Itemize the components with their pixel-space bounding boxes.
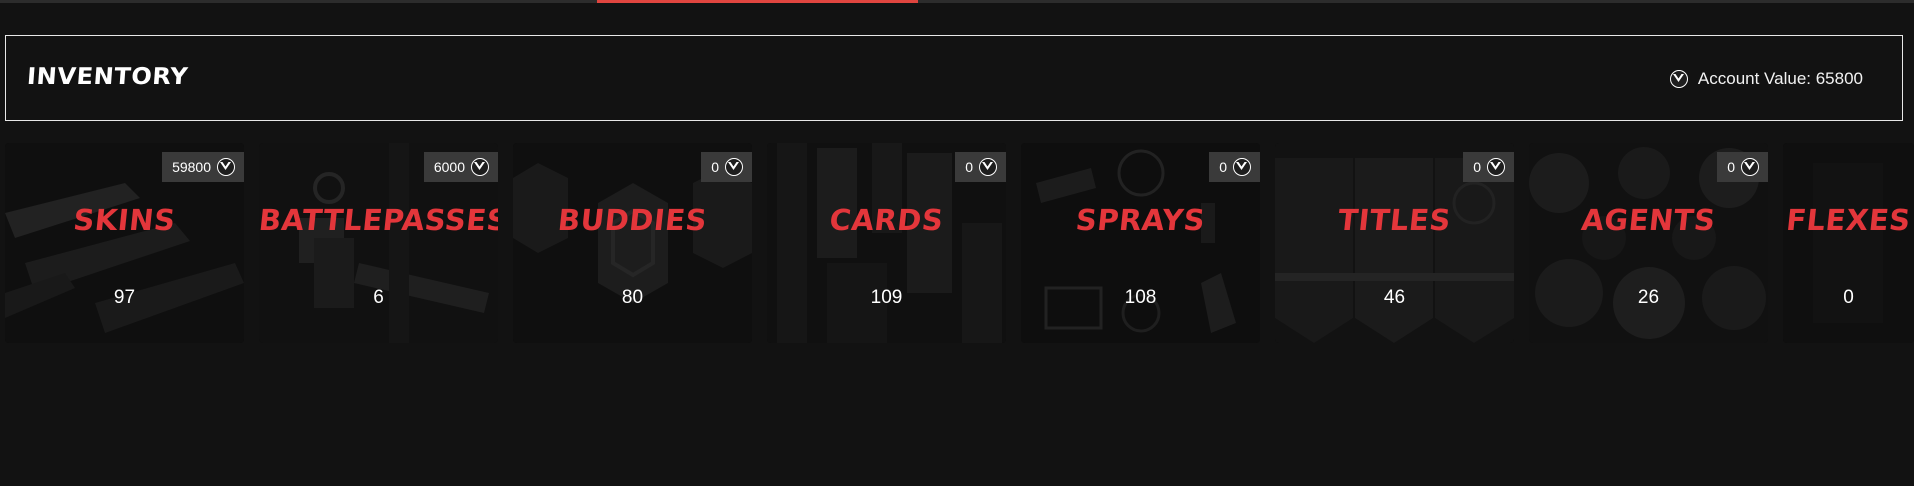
valorant-points-icon bbox=[1233, 158, 1251, 176]
category-title: CARDS bbox=[827, 203, 946, 237]
account-value: Account Value: 65800 bbox=[1669, 69, 1863, 89]
category-title: FLEXES bbox=[1784, 203, 1913, 237]
valorant-points-icon bbox=[725, 158, 743, 176]
account-value-label: Account Value: 65800 bbox=[1697, 69, 1863, 88]
category-card-cards[interactable]: 0 CARDS 109 bbox=[767, 143, 1006, 343]
category-title: AGENTS bbox=[1579, 203, 1718, 237]
category-value-badge: 6000 bbox=[423, 152, 498, 182]
valorant-points-icon bbox=[1487, 158, 1505, 176]
category-card-flexes[interactable]: FLEXES 0 bbox=[1783, 143, 1914, 343]
valorant-points-icon bbox=[979, 158, 997, 176]
category-count: 80 bbox=[621, 287, 644, 308]
category-value-badge: 0 bbox=[1209, 152, 1260, 182]
tab-bar-divider bbox=[0, 0, 1914, 3]
category-card-titles[interactable]: 0 TITLES 46 bbox=[1275, 143, 1514, 343]
category-title: SPRAYS bbox=[1074, 203, 1207, 237]
category-value-badge: 0 bbox=[1463, 152, 1514, 182]
category-count: 46 bbox=[1383, 287, 1406, 308]
category-value-badge: 0 bbox=[955, 152, 1006, 182]
category-card-battlepasses[interactable]: 6000 BATTLEPASSES 6 bbox=[259, 143, 498, 343]
category-card-sprays[interactable]: 0 SPRAYS 108 bbox=[1021, 143, 1260, 343]
category-value-badge: 0 bbox=[1717, 152, 1768, 182]
category-title: BATTLEPASSES bbox=[259, 203, 498, 237]
valorant-points-icon bbox=[1669, 70, 1688, 88]
category-value-badge: 59800 bbox=[162, 152, 244, 182]
category-count: 97 bbox=[113, 287, 136, 308]
category-title: SKINS bbox=[71, 203, 178, 237]
inventory-header: INVENTORY Account Value: 65800 bbox=[5, 35, 1903, 121]
category-count: 6 bbox=[373, 287, 384, 308]
category-count: 109 bbox=[870, 287, 903, 308]
category-card-buddies[interactable]: 0 BUDDIES 80 bbox=[513, 143, 752, 343]
category-title: TITLES bbox=[1336, 203, 1453, 237]
flexes-background-art bbox=[1783, 143, 1914, 343]
valorant-points-icon bbox=[471, 158, 489, 176]
page-title: INVENTORY bbox=[26, 64, 190, 90]
category-count: 108 bbox=[1124, 287, 1157, 308]
category-card-skins[interactable]: 59800 SKINS 97 bbox=[5, 143, 244, 343]
category-title: BUDDIES bbox=[556, 203, 709, 237]
valorant-points-icon bbox=[1741, 158, 1759, 176]
valorant-points-icon bbox=[217, 158, 235, 176]
category-count: 26 bbox=[1637, 287, 1660, 308]
category-card-agents[interactable]: 0 AGENTS 26 bbox=[1529, 143, 1768, 343]
category-value-badge: 0 bbox=[701, 152, 752, 182]
active-tab-indicator bbox=[597, 0, 918, 3]
inventory-category-list: 59800 SKINS 97 6000 BATTLEPASSES 6 0 BUD… bbox=[5, 143, 1914, 343]
category-count: 0 bbox=[1843, 287, 1854, 308]
